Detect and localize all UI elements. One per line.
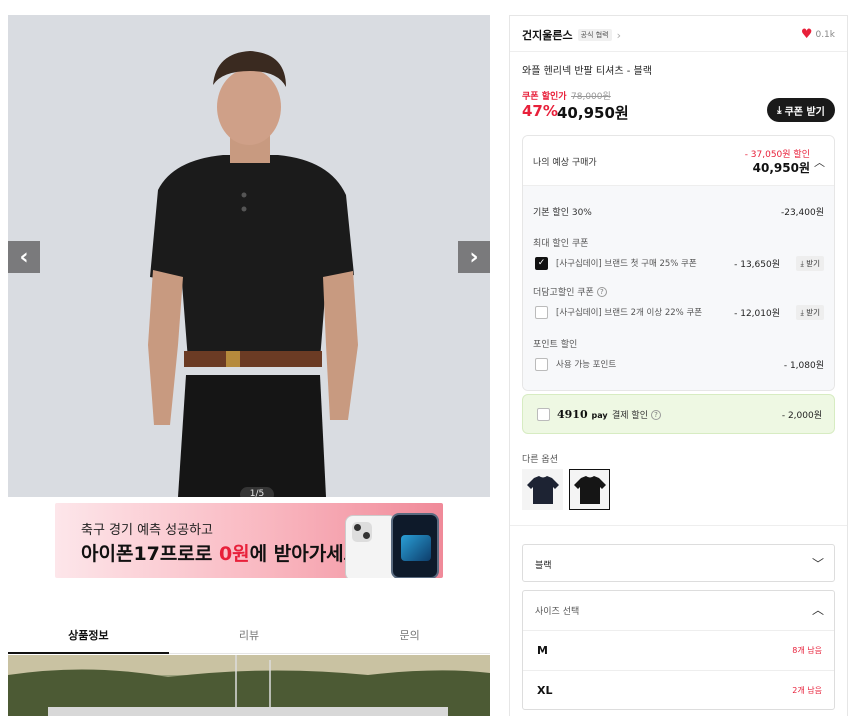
image-page-indicator: 1/5 [240, 487, 274, 497]
chevron-up-icon: ︿ [811, 603, 824, 617]
prev-image-button[interactable]: ‹ [8, 241, 40, 273]
purchase-panel: 건지울른스 공식 협력 › ♥ 0.1k 와플 헨리넥 반팔 티셔츠 - 블랙 … [509, 15, 848, 716]
chevron-left-icon: ‹ [19, 244, 29, 270]
brand-name: 건지울른스 [522, 29, 573, 42]
promo-banner[interactable]: 축구 경기 예측 성공하고 아이폰17프로로 0원에 받아가세요 [55, 503, 443, 578]
coupon1-row: ✓ [사구십데이] 브랜드 첫 구매 25% 쿠폰 - 13,650원 ⤓ 받기 [535, 255, 824, 271]
next-image-button[interactable]: › [458, 241, 490, 273]
tab-inquiry[interactable]: 문의 [329, 620, 491, 654]
official-badge: 공식 협력 [577, 29, 612, 41]
banner-line1: 축구 경기 예측 성공하고 [81, 523, 213, 538]
banner-line2: 아이폰17프로로 0원에 받아가세요 [81, 543, 362, 565]
coupon2-get-button[interactable]: ⤓ 받기 [796, 304, 824, 320]
pay-checkbox[interactable] [537, 408, 550, 421]
pay-logo: 4910 pay [557, 408, 608, 421]
base-discount-row: 기본 할인 30% -23,400원 [533, 208, 824, 218]
other-options-label: 다른 옵션 [522, 455, 558, 465]
like-count: 0.1k [815, 29, 835, 40]
pay-discount-amount: - 2,000원 [781, 411, 822, 421]
chevron-down-icon: ﹀ [811, 557, 824, 571]
product-name: 와플 헨리넥 반팔 티셔츠 - 블랙 [522, 66, 652, 77]
expected-price-label: 나의 예상 구매가 [533, 158, 597, 168]
product-main-image[interactable]: 1/5 [8, 15, 490, 497]
expected-price: 40,950원 [752, 161, 810, 175]
size-select[interactable]: 사이즈 선택 ︿ M 8개 남음 XL 2개 남음 [522, 590, 835, 710]
coupon2-row: [사구십데이] 브랜드 2개 이상 22% 쿠폰 - 12,010원 ⤓ 받기 [535, 304, 824, 320]
help-icon[interactable]: ? [650, 409, 661, 420]
size-option-m[interactable]: M 8개 남음 [523, 631, 834, 671]
product-detail-image [8, 655, 490, 716]
download-icon: ⤓ [777, 104, 782, 116]
point-row: 사용 가능 포인트 - 1,080원 [535, 356, 824, 372]
coupon1-checkbox[interactable]: ✓ [535, 256, 548, 270]
final-price: 40,950원 [557, 104, 629, 122]
get-coupon-button[interactable]: ⤓ 쿠폰 받기 [767, 98, 835, 122]
divider [510, 525, 847, 526]
coupon2-checkbox[interactable] [535, 305, 548, 319]
size-option-xl[interactable]: XL 2개 남음 [523, 671, 834, 711]
tab-reviews[interactable]: 리뷰 [168, 620, 330, 654]
divider [510, 51, 847, 52]
coupon-price-label: 쿠폰 할인가 [522, 92, 567, 102]
option-thumbnail-black[interactable] [569, 469, 610, 510]
chevron-right-icon: › [469, 244, 479, 270]
chevron-up-icon: ︿ [814, 156, 825, 169]
original-price: 78,000원 [571, 92, 611, 102]
color-select[interactable]: 블랙 ﹀ [522, 544, 835, 582]
size-select-placeholder: 사이즈 선택 [535, 607, 580, 617]
like-button[interactable]: ♥ 0.1k [801, 28, 835, 41]
extra-coupon-title: 더담고할인 쿠폰 ? [533, 285, 607, 298]
discount-breakdown: 기본 할인 30% -23,400원 최대 할인 쿠폰 ✓ [사구십데이] 브랜… [523, 186, 834, 390]
product-tabs: 상품정보 리뷰 문의 [8, 620, 491, 654]
expected-price-box: 나의 예상 구매가 - 37,050원 할인 40,950원 ︿ 기본 할인 3… [522, 135, 835, 391]
iphone-back-image [345, 515, 397, 578]
size-select-header[interactable]: 사이즈 선택 ︿ [523, 591, 834, 631]
point-checkbox[interactable] [535, 357, 548, 371]
discount-percent: 47% [522, 102, 558, 120]
pay-discount-row: 4910 pay 결제 할인? - 2,000원 [522, 394, 835, 434]
help-icon[interactable]: ? [596, 286, 607, 297]
brand-link[interactable]: 건지울른스 공식 협력 › [522, 27, 621, 43]
iphone-front-image [391, 513, 439, 578]
chevron-right-icon: › [616, 28, 622, 42]
model-photo [8, 15, 490, 497]
coupon1-get-button[interactable]: ⤓ 받기 [796, 255, 824, 271]
heart-icon: ♥ [800, 27, 813, 42]
tab-product-info[interactable]: 상품정보 [8, 620, 169, 654]
option-thumbnail-navy[interactable] [522, 469, 563, 510]
expected-price-header[interactable]: 나의 예상 구매가 - 37,050원 할인 40,950원 ︿ [523, 136, 834, 186]
max-coupon-title: 최대 할인 쿠폰 [533, 239, 589, 249]
pay-discount-label: 결제 할인? [612, 408, 661, 421]
point-title: 포인트 할인 [533, 340, 578, 350]
color-select-value: 블랙 [535, 561, 552, 571]
